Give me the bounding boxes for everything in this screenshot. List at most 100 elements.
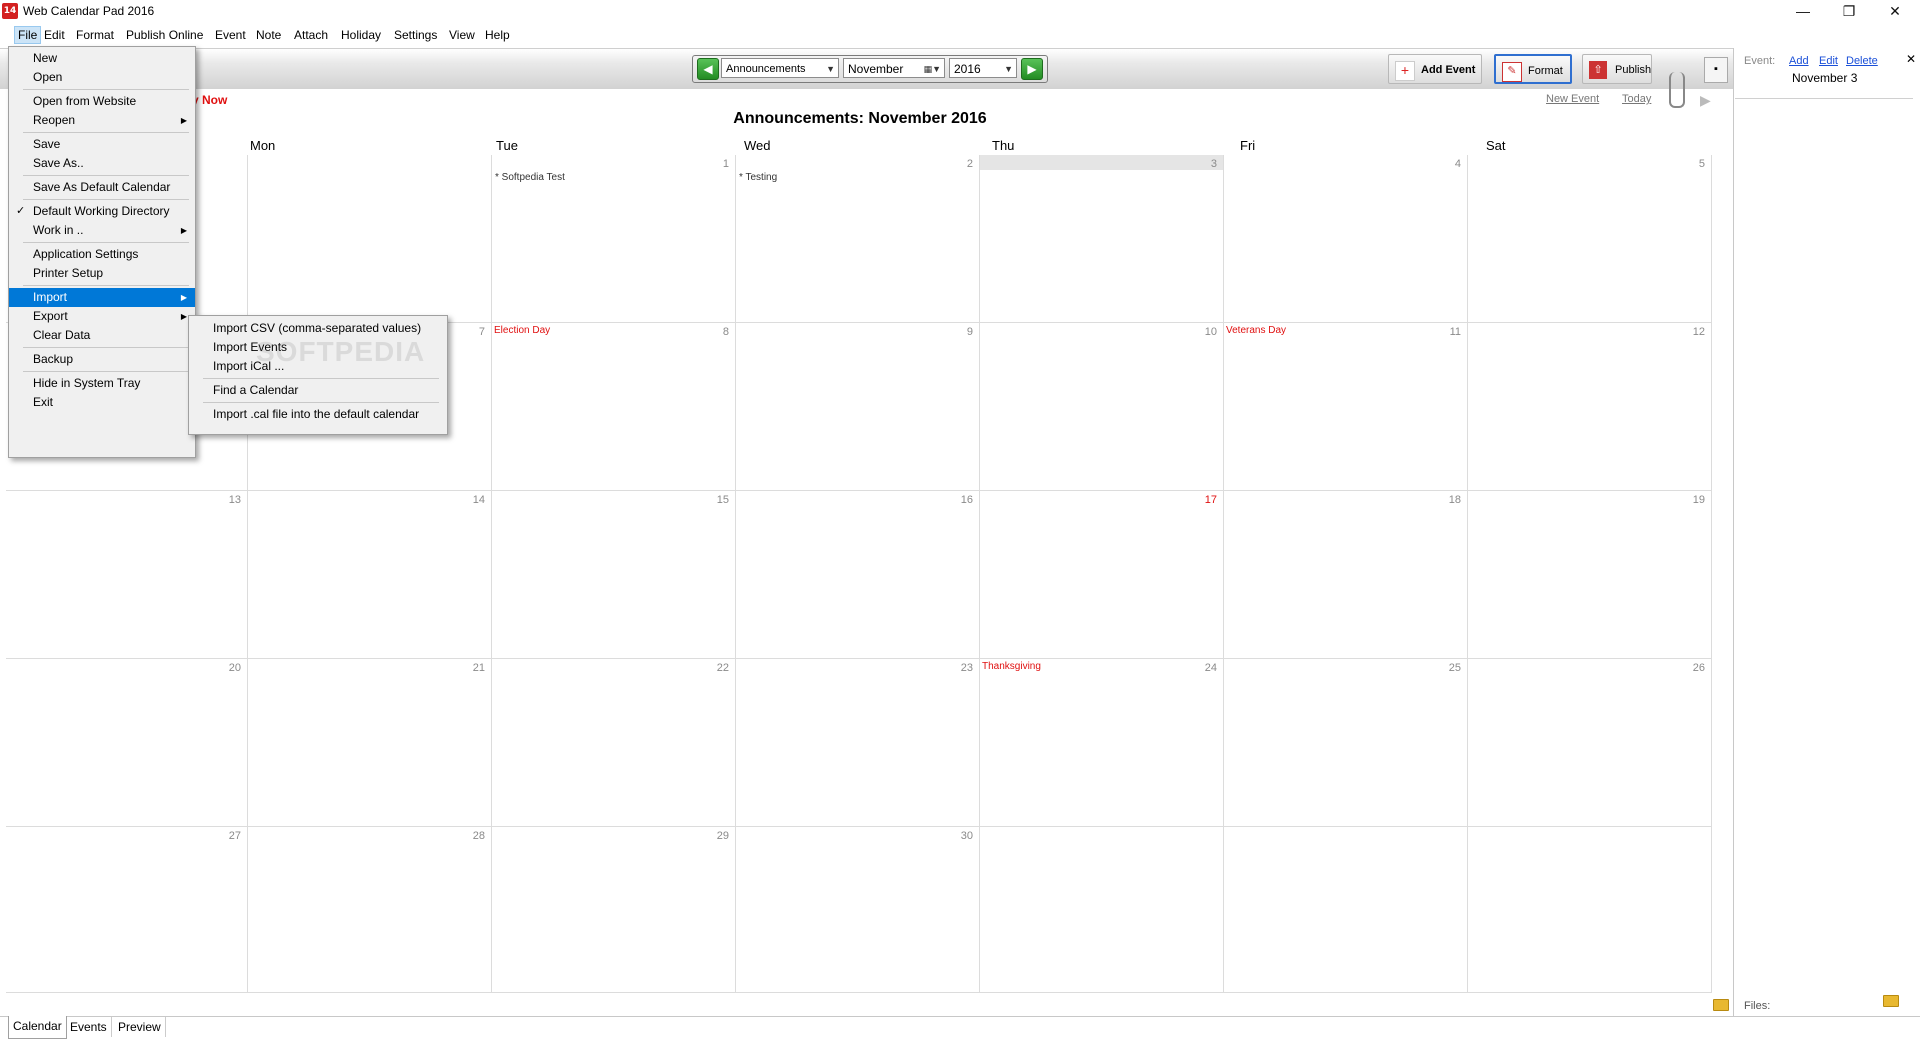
day-cell[interactable]: 19 (1468, 491, 1712, 659)
day-cell[interactable]: 9 (736, 323, 980, 491)
submenu-arrow-icon: ▶ (180, 293, 187, 302)
file-menu-item-open[interactable]: Open (9, 68, 195, 87)
submenu-arrow-icon: ▶ (180, 312, 187, 321)
event-entry[interactable]: * Softpedia Test (495, 172, 565, 183)
day-cell[interactable]: 26 (1468, 659, 1712, 827)
day-cell[interactable]: 1 * Softpedia Test (492, 155, 736, 323)
close-pane-icon[interactable]: ✕ (1906, 52, 1916, 66)
day-cell[interactable]: 17 (980, 491, 1224, 659)
day-cell[interactable]: 30 (736, 827, 980, 993)
folder-icon[interactable] (1883, 995, 1899, 1007)
folder-icon[interactable] (1713, 999, 1729, 1011)
chevron-right-icon[interactable]: ▶ (1700, 92, 1711, 109)
day-cell[interactable] (1468, 827, 1712, 993)
day-cell[interactable]: 25 (1224, 659, 1468, 827)
format-button[interactable]: ✎ Format (1494, 54, 1572, 84)
day-cell[interactable]: 12 (1468, 323, 1712, 491)
day-cell[interactable] (248, 155, 492, 323)
day-cell[interactable]: 15 (492, 491, 736, 659)
menu-format[interactable]: Format (76, 28, 114, 42)
month-select[interactable]: November ▦▼ (843, 58, 945, 78)
menu-view[interactable]: View (449, 28, 475, 42)
file-menu-item-save-as-default-calendar[interactable]: Save As Default Calendar (9, 178, 195, 197)
file-menu-item-save[interactable]: Save (9, 135, 195, 154)
menu-separator (23, 89, 189, 90)
next-month-button[interactable]: ▶ (1021, 58, 1043, 80)
menu-settings[interactable]: Settings (394, 28, 437, 42)
day-cell[interactable]: 27 (6, 827, 248, 993)
file-menu-item-hide-in-system-tray[interactable]: Hide in System Tray (9, 374, 195, 393)
menu-help[interactable]: Help (485, 28, 510, 42)
year-select[interactable]: 2016 ▼ (949, 58, 1017, 78)
file-menu-item-work-in[interactable]: Work in .. ▶ (9, 221, 195, 240)
menu-note[interactable]: Note (256, 28, 281, 42)
delete-event-link[interactable]: Delete (1846, 55, 1878, 67)
day-cell[interactable]: 14 (248, 491, 492, 659)
day-cell[interactable]: 5 (1468, 155, 1712, 323)
file-menu-item-open-from-website[interactable]: Open from Website (9, 92, 195, 111)
file-menu-item-new[interactable]: New (9, 49, 195, 68)
maximize-button[interactable]: ❐ (1826, 0, 1872, 24)
day-cell[interactable] (980, 827, 1224, 993)
event-entry[interactable]: * Testing (739, 172, 777, 183)
file-menu-item-default-working-directory[interactable]: ✓ Default Working Directory (9, 202, 195, 221)
tab-events[interactable]: Events (66, 1017, 112, 1037)
file-menu-item-printer-setup[interactable]: Printer Setup (9, 264, 195, 283)
chevron-down-icon: ▼ (826, 64, 835, 74)
zoom-slider-handle[interactable] (1669, 72, 1685, 108)
day-cell[interactable]: 22 (492, 659, 736, 827)
menu-publish-online[interactable]: Publish Online (126, 28, 203, 42)
edit-event-link[interactable]: Edit (1819, 55, 1838, 67)
add-event-button[interactable]: + Add Event (1388, 54, 1482, 84)
menu-event[interactable]: Event (215, 28, 246, 42)
import-submenu-item[interactable]: Find a Calendar (189, 381, 447, 400)
day-cell[interactable]: 24 Thanksgiving (980, 659, 1224, 827)
day-cell[interactable] (1224, 827, 1468, 993)
publish-button[interactable]: ⇧ Publish (1582, 54, 1652, 84)
menu-file[interactable]: File (14, 26, 42, 44)
tab-calendar[interactable]: Calendar (8, 1016, 67, 1039)
file-menu-item-export[interactable]: Export ▶ (9, 307, 195, 326)
file-menu-item-backup[interactable]: Backup (9, 350, 195, 369)
file-menu-item-exit[interactable]: Exit (9, 393, 195, 412)
file-menu-item-save-as[interactable]: Save As.. (9, 154, 195, 173)
file-menu-item-clear-data[interactable]: Clear Data (9, 326, 195, 345)
day-cell[interactable]: 2 * Testing (736, 155, 980, 323)
day-cell[interactable]: 10 (980, 323, 1224, 491)
pane-toggle-button[interactable]: ▪ (1704, 57, 1728, 83)
add-event-link[interactable]: Add (1789, 55, 1809, 67)
minimize-button[interactable]: — (1780, 0, 1826, 24)
day-cell[interactable]: 11 Veterans Day (1224, 323, 1468, 491)
file-menu-item-reopen[interactable]: Reopen ▶ (9, 111, 195, 130)
day-header-mon: Mon (250, 138, 276, 153)
day-cell[interactable]: 8 Election Day (492, 323, 736, 491)
calendar-select[interactable]: Announcements ▼ (721, 58, 839, 78)
import-submenu-item[interactable]: Import .cal file into the default calend… (189, 405, 447, 424)
format-label: Format (1528, 65, 1563, 77)
day-cell[interactable]: 23 (736, 659, 980, 827)
day-cell[interactable]: 16 (736, 491, 980, 659)
day-cell[interactable]: 29 (492, 827, 736, 993)
close-button[interactable]: ✕ (1872, 0, 1918, 24)
day-cell[interactable]: 28 (248, 827, 492, 993)
menu-attach[interactable]: Attach (294, 28, 328, 42)
day-cell[interactable]: 18 (1224, 491, 1468, 659)
buy-now-link[interactable]: y Now (192, 93, 227, 107)
day-cell[interactable]: 13 (6, 491, 248, 659)
menu-item-label: Application Settings (33, 247, 139, 261)
menu-item-label: Export (33, 309, 68, 323)
tab-preview[interactable]: Preview (114, 1017, 166, 1037)
today-link[interactable]: Today (1622, 93, 1651, 105)
menu-holiday[interactable]: Holiday (341, 28, 381, 42)
day-cell[interactable]: 20 (6, 659, 248, 827)
new-event-link[interactable]: New Event (1546, 93, 1599, 105)
day-cell[interactable]: 21 (248, 659, 492, 827)
format-pen-icon: ✎ (1502, 62, 1522, 82)
file-menu-item-application-settings[interactable]: Application Settings (9, 245, 195, 264)
menu-separator (23, 199, 189, 200)
file-menu-item-import[interactable]: Import ▶ (9, 288, 195, 307)
day-cell[interactable]: 3 (980, 155, 1224, 323)
menu-edit[interactable]: Edit (44, 28, 65, 42)
day-cell[interactable]: 4 (1224, 155, 1468, 323)
previous-month-button[interactable]: ◀ (697, 58, 719, 80)
